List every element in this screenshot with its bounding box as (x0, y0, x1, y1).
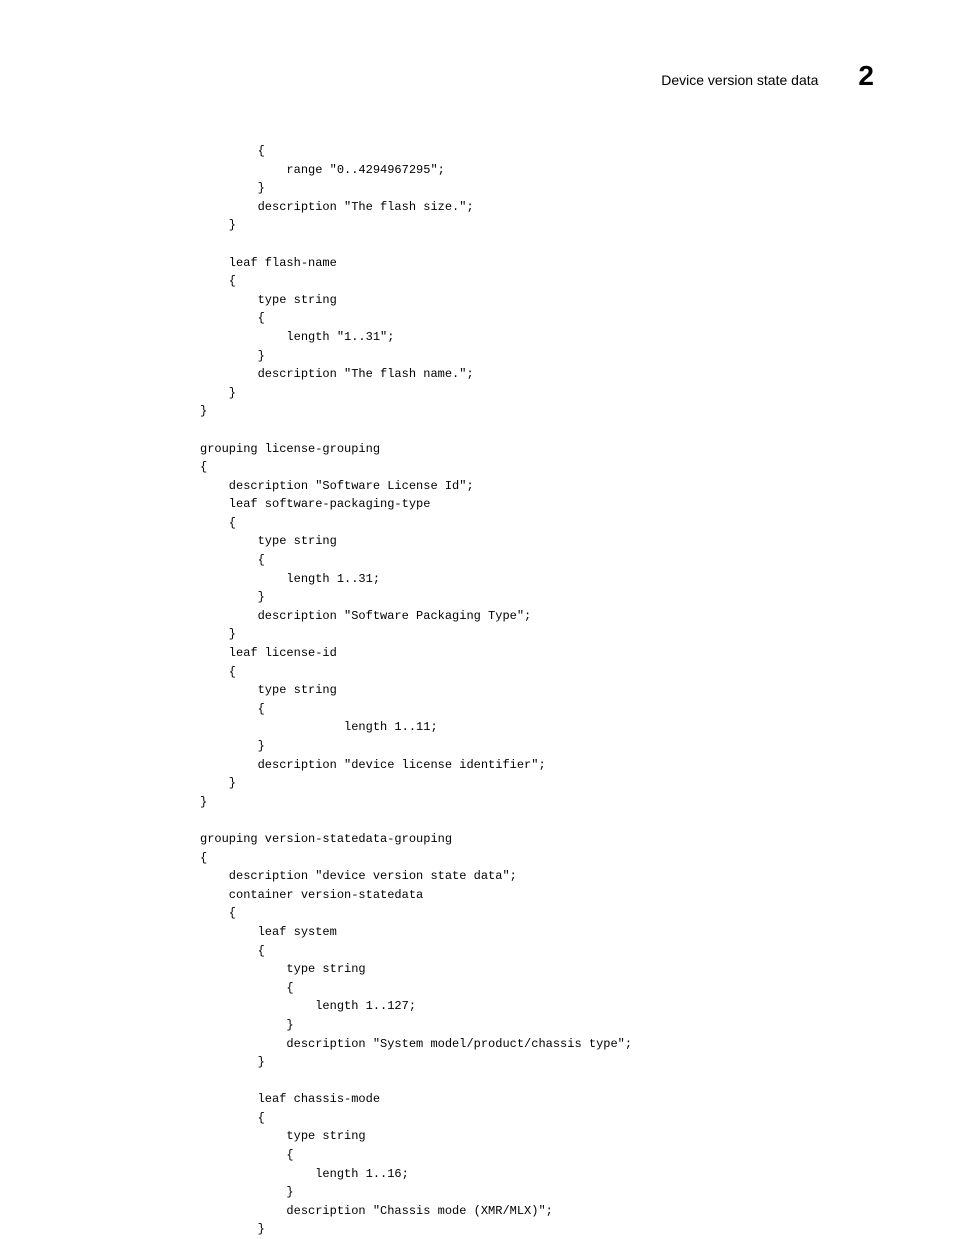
page-container: Device version state data 2 { range "0..… (0, 0, 954, 1235)
header-title: Device version state data (661, 72, 818, 88)
chapter-number: 2 (858, 60, 874, 92)
yang-code-block: { range "0..4294967295"; } description "… (200, 142, 874, 1239)
page-header: Device version state data 2 (80, 60, 874, 92)
